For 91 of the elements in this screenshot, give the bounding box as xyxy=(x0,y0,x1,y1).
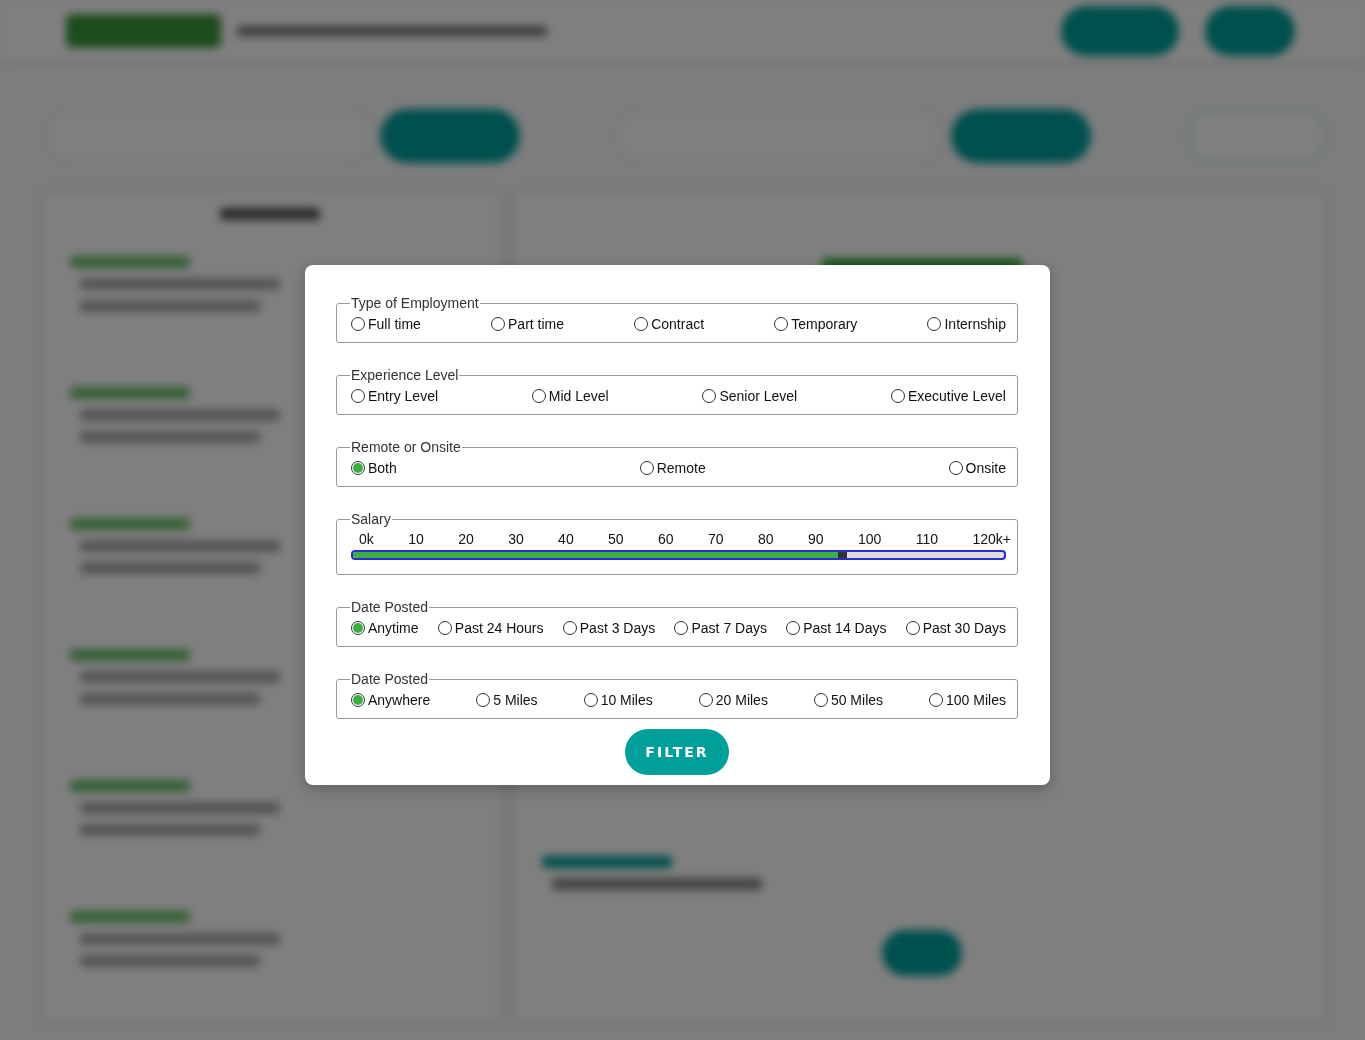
option-label: Part time xyxy=(508,316,565,332)
radio-option[interactable]: Full time xyxy=(351,316,421,332)
salary-tick-label: 110 xyxy=(915,531,938,547)
radio-button[interactable] xyxy=(786,621,801,635)
radio-option[interactable]: Entry Level xyxy=(351,388,439,404)
slider-thumb[interactable] xyxy=(838,552,847,558)
radio-button[interactable] xyxy=(351,461,365,475)
radio-option[interactable]: Anywhere xyxy=(351,692,431,708)
option-label: Contract xyxy=(651,316,705,332)
option-label: Full time xyxy=(368,316,421,332)
group-legend: Salary xyxy=(350,511,392,527)
radio-button[interactable] xyxy=(437,621,452,635)
option-label: Anytime xyxy=(368,620,419,636)
option-label: Remote xyxy=(656,460,706,476)
radio-button[interactable] xyxy=(351,389,365,403)
radio-button[interactable] xyxy=(634,317,649,331)
radio-option[interactable]: Part time xyxy=(491,316,565,332)
radio-button[interactable] xyxy=(639,461,654,475)
salary-tick-label: 10 xyxy=(408,531,424,547)
radio-option[interactable]: Temporary xyxy=(774,316,858,332)
radio-option[interactable]: Past 3 Days xyxy=(562,620,656,636)
radio-option[interactable]: Anytime xyxy=(351,620,419,636)
salary-tick-label: 20 xyxy=(458,531,474,547)
radio-button[interactable] xyxy=(491,317,506,331)
option-label: Mid Level xyxy=(548,388,609,404)
salary-tick-label: 70 xyxy=(708,531,724,547)
salary-tick-label: 100 xyxy=(857,531,882,547)
option-label: Temporary xyxy=(791,316,858,332)
salary-tick-label: 30 xyxy=(508,531,524,547)
radio-button[interactable] xyxy=(674,621,689,635)
option-label: Both xyxy=(368,460,397,476)
radio-button[interactable] xyxy=(583,693,598,707)
radio-option[interactable]: 50 Miles xyxy=(813,692,884,708)
option-label: Past 7 Days xyxy=(691,620,767,636)
radio-button[interactable] xyxy=(351,317,365,331)
salary-tick-label: 120k+ xyxy=(972,531,1011,547)
option-label: Onsite xyxy=(965,460,1006,476)
salary-tick-label: 90 xyxy=(807,531,824,547)
option-label: Past 30 Days xyxy=(922,620,1006,636)
radio-option[interactable]: Both xyxy=(351,460,397,476)
option-label: 10 Miles xyxy=(600,692,653,708)
option-label: Entry Level xyxy=(368,388,439,404)
option-label: 5 Miles xyxy=(493,692,538,708)
radio-option[interactable]: 10 Miles xyxy=(583,692,653,708)
radio-option[interactable]: Past 7 Days xyxy=(674,620,767,636)
radio-button[interactable] xyxy=(813,693,828,707)
option-label: 100 Miles xyxy=(946,692,1006,708)
radio-option[interactable]: Past 24 Hours xyxy=(437,620,544,636)
option-label: 20 Miles xyxy=(715,692,768,708)
option-label: Past 3 Days xyxy=(579,620,656,636)
radio-option[interactable]: 100 Miles xyxy=(929,692,1006,708)
radio-option[interactable]: Past 30 Days xyxy=(905,620,1006,636)
radio-button[interactable] xyxy=(476,693,491,707)
radio-option[interactable]: Internship xyxy=(927,316,1006,332)
group-legend: Type of Employment xyxy=(350,295,480,311)
radio-button[interactable] xyxy=(351,693,365,707)
option-label: 50 Miles xyxy=(830,692,884,708)
radio-button[interactable] xyxy=(531,389,546,403)
group-legend: Date Posted xyxy=(350,671,430,687)
radio-option[interactable]: 5 Miles xyxy=(476,692,538,708)
radio-button[interactable] xyxy=(927,317,942,331)
radio-option[interactable]: 20 Miles xyxy=(698,692,768,708)
salary-tick-label: 40 xyxy=(558,531,574,547)
salary-tick-label: 80 xyxy=(757,531,774,547)
salary-tick-label: 50 xyxy=(608,531,624,547)
radio-button[interactable] xyxy=(351,621,365,635)
option-label: Senior Level xyxy=(719,388,798,404)
group-legend: Date Posted xyxy=(350,599,430,615)
salary-slider-track[interactable] xyxy=(351,550,1006,560)
group-legend: Remote or Onsite xyxy=(350,439,462,455)
option-label: Past 14 Days xyxy=(803,620,887,636)
group-legend: Experience Level xyxy=(350,367,460,383)
radio-button[interactable] xyxy=(929,693,944,707)
radio-button[interactable] xyxy=(890,389,905,403)
option-label: Internship xyxy=(944,316,1006,332)
option-label: Anywhere xyxy=(368,692,431,708)
radio-button[interactable] xyxy=(948,461,963,475)
radio-option[interactable]: Remote xyxy=(639,460,706,476)
radio-button[interactable] xyxy=(905,621,920,635)
radio-option[interactable]: Onsite xyxy=(948,460,1006,476)
radio-button[interactable] xyxy=(562,621,577,635)
radio-button[interactable] xyxy=(702,389,717,403)
radio-button[interactable] xyxy=(774,317,789,331)
salary-tick-label: 0k xyxy=(359,531,374,547)
radio-option[interactable]: Senior Level xyxy=(702,388,798,404)
option-label: Past 24 Hours xyxy=(454,620,544,636)
salary-tick-label: 60 xyxy=(658,531,674,547)
radio-button[interactable] xyxy=(698,693,713,707)
radio-option[interactable]: Past 14 Days xyxy=(786,620,887,636)
radio-option[interactable]: Contract xyxy=(634,316,705,332)
radio-option[interactable]: Mid Level xyxy=(531,388,609,404)
